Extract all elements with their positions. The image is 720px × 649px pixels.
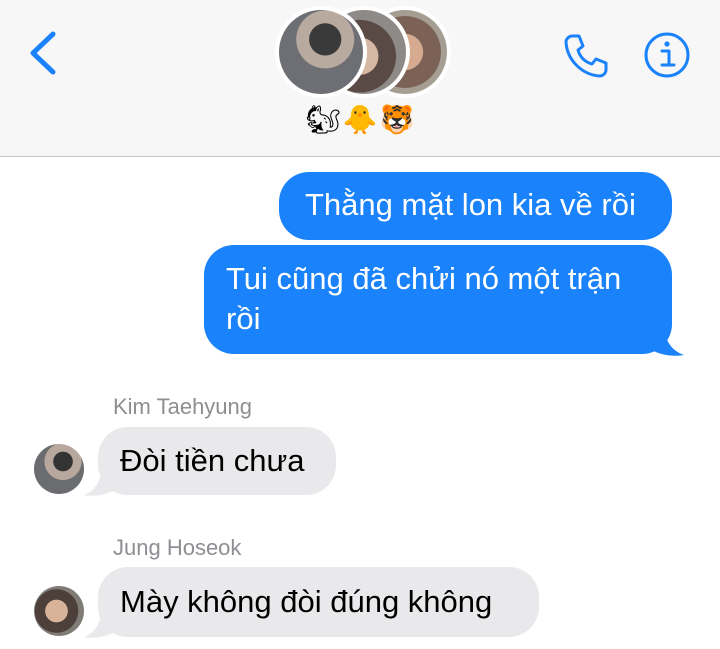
message-text: Thằng mặt lon kia về rồi [305,187,636,222]
chevron-left-icon[interactable] [26,30,60,76]
chipmunk-emoji: 🐿 [305,103,341,136]
incoming-message-bubble[interactable]: Đòi tiền chưa [98,427,336,495]
incoming-message-bubble[interactable]: Mày không đòi đúng không [98,567,539,637]
info-icon[interactable] [643,31,691,79]
group-name-emojis[interactable]: 🐿 🐥 🐯 [300,100,420,140]
group-avatars[interactable] [273,6,451,98]
sender-name: Kim Taehyung [113,394,253,419]
sender-name: Jung Hoseok [113,535,242,560]
avatar [275,6,367,98]
message-text: Mày không đòi đúng không [120,584,493,619]
bubble-tail [650,327,684,356]
chat-header: 🐿 🐥 🐯 [0,0,720,157]
tiger-emoji: 🐯 [379,103,415,136]
avatar[interactable] [34,444,84,494]
outgoing-message-bubble[interactable]: Tui cũng đã chửi nó một trận rồi [204,245,672,354]
message-text: Tui cũng đã chửi nó một trận rồi [226,261,622,336]
message-text: Đòi tiền chưa [120,443,305,478]
chick-emoji: 🐥 [342,103,378,136]
phone-icon[interactable] [562,32,610,80]
avatar[interactable] [34,586,84,636]
outgoing-message-bubble[interactable]: Thằng mặt lon kia về rồi [279,172,672,240]
